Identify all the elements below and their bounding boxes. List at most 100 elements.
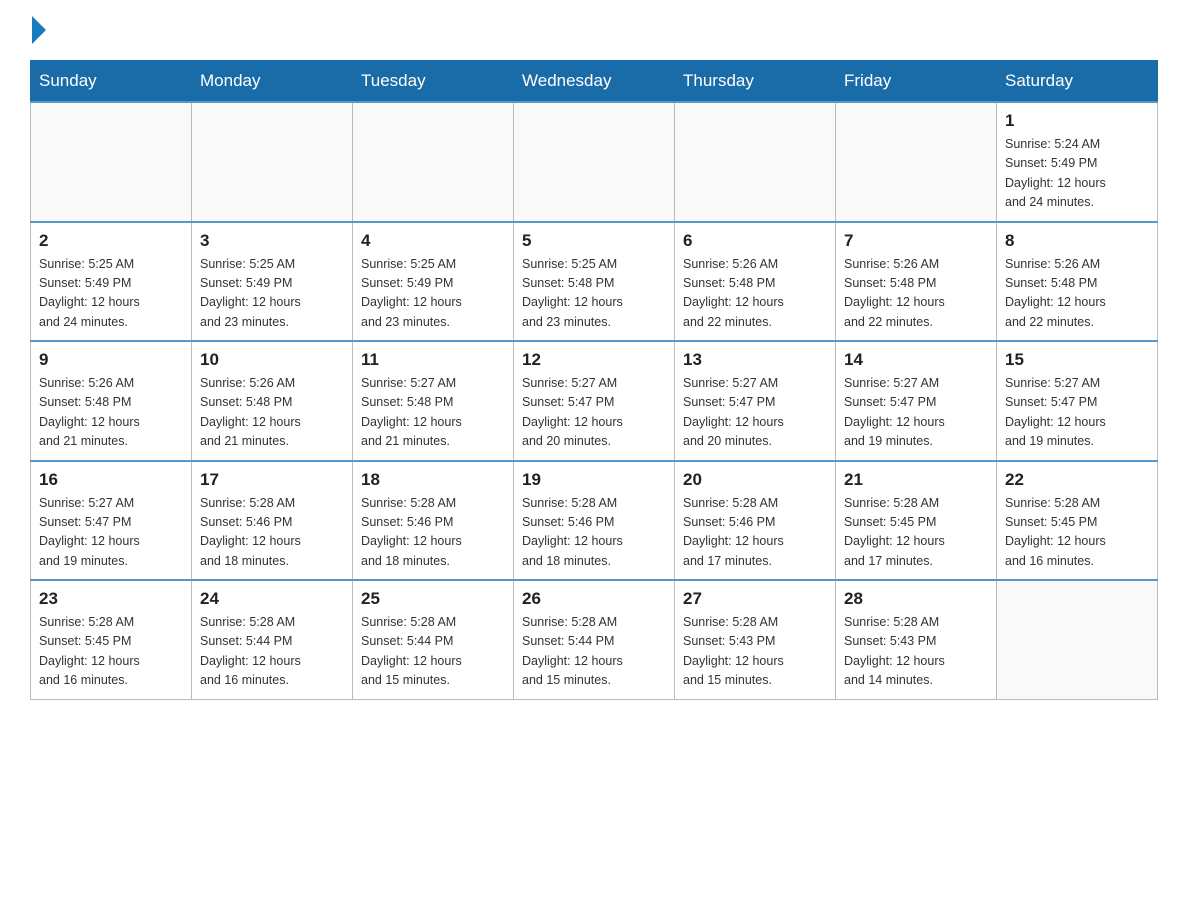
day-info: Sunrise: 5:28 AM Sunset: 5:46 PM Dayligh… [522, 494, 666, 572]
calendar-cell: 6 Sunrise: 5:26 AM Sunset: 5:48 PM Daylig… [675, 222, 836, 342]
day-info: Sunrise: 5:27 AM Sunset: 5:47 PM Dayligh… [844, 374, 988, 452]
day-number: 20 [683, 470, 827, 490]
day-info: Sunrise: 5:26 AM Sunset: 5:48 PM Dayligh… [844, 255, 988, 333]
day-info: Sunrise: 5:26 AM Sunset: 5:48 PM Dayligh… [39, 374, 183, 452]
day-number: 14 [844, 350, 988, 370]
calendar-cell [31, 102, 192, 222]
day-number: 25 [361, 589, 505, 609]
logo [30, 20, 46, 40]
day-info: Sunrise: 5:27 AM Sunset: 5:47 PM Dayligh… [39, 494, 183, 572]
day-number: 12 [522, 350, 666, 370]
day-info: Sunrise: 5:28 AM Sunset: 5:45 PM Dayligh… [844, 494, 988, 572]
calendar-header-row: SundayMondayTuesdayWednesdayThursdayFrid… [31, 61, 1158, 103]
day-info: Sunrise: 5:26 AM Sunset: 5:48 PM Dayligh… [683, 255, 827, 333]
day-info: Sunrise: 5:25 AM Sunset: 5:48 PM Dayligh… [522, 255, 666, 333]
calendar-cell: 24 Sunrise: 5:28 AM Sunset: 5:44 PM Dayli… [192, 580, 353, 699]
day-info: Sunrise: 5:28 AM Sunset: 5:46 PM Dayligh… [361, 494, 505, 572]
calendar-cell [353, 102, 514, 222]
calendar-week-row-2: 2 Sunrise: 5:25 AM Sunset: 5:49 PM Daylig… [31, 222, 1158, 342]
calendar-cell [836, 102, 997, 222]
day-number: 26 [522, 589, 666, 609]
calendar-cell: 26 Sunrise: 5:28 AM Sunset: 5:44 PM Dayli… [514, 580, 675, 699]
day-info: Sunrise: 5:27 AM Sunset: 5:48 PM Dayligh… [361, 374, 505, 452]
day-info: Sunrise: 5:27 AM Sunset: 5:47 PM Dayligh… [522, 374, 666, 452]
calendar-cell: 1 Sunrise: 5:24 AM Sunset: 5:49 PM Daylig… [997, 102, 1158, 222]
day-info: Sunrise: 5:25 AM Sunset: 5:49 PM Dayligh… [200, 255, 344, 333]
day-info: Sunrise: 5:25 AM Sunset: 5:49 PM Dayligh… [39, 255, 183, 333]
day-number: 11 [361, 350, 505, 370]
day-info: Sunrise: 5:27 AM Sunset: 5:47 PM Dayligh… [1005, 374, 1149, 452]
calendar-table: SundayMondayTuesdayWednesdayThursdayFrid… [30, 60, 1158, 700]
day-info: Sunrise: 5:28 AM Sunset: 5:44 PM Dayligh… [522, 613, 666, 691]
calendar-header-monday: Monday [192, 61, 353, 103]
calendar-cell: 4Sunrise: 5:25 AM Sunset: 5:49 PM Daylig… [353, 222, 514, 342]
day-number: 28 [844, 589, 988, 609]
calendar-cell: 9 Sunrise: 5:26 AM Sunset: 5:48 PM Daylig… [31, 341, 192, 461]
calendar-week-row-5: 23 Sunrise: 5:28 AM Sunset: 5:45 PM Dayli… [31, 580, 1158, 699]
calendar-week-row-4: 16 Sunrise: 5:27 AM Sunset: 5:47 PM Dayli… [31, 461, 1158, 581]
calendar-cell: 25 Sunrise: 5:28 AM Sunset: 5:44 PM Dayli… [353, 580, 514, 699]
day-info: Sunrise: 5:28 AM Sunset: 5:44 PM Dayligh… [361, 613, 505, 691]
day-info: Sunrise: 5:28 AM Sunset: 5:46 PM Dayligh… [683, 494, 827, 572]
day-number: 24 [200, 589, 344, 609]
calendar-cell: 2 Sunrise: 5:25 AM Sunset: 5:49 PM Daylig… [31, 222, 192, 342]
day-number: 7 [844, 231, 988, 251]
calendar-header-thursday: Thursday [675, 61, 836, 103]
day-number: 27 [683, 589, 827, 609]
day-info: Sunrise: 5:26 AM Sunset: 5:48 PM Dayligh… [200, 374, 344, 452]
day-number: 16 [39, 470, 183, 490]
calendar-cell: 13Sunrise: 5:27 AM Sunset: 5:47 PM Dayli… [675, 341, 836, 461]
day-number: 2 [39, 231, 183, 251]
day-number: 8 [1005, 231, 1149, 251]
calendar-header-saturday: Saturday [997, 61, 1158, 103]
day-number: 15 [1005, 350, 1149, 370]
calendar-cell: 27 Sunrise: 5:28 AM Sunset: 5:43 PM Dayli… [675, 580, 836, 699]
day-number: 3 [200, 231, 344, 251]
day-number: 13 [683, 350, 827, 370]
day-number: 9 [39, 350, 183, 370]
day-number: 4 [361, 231, 505, 251]
calendar-header-sunday: Sunday [31, 61, 192, 103]
calendar-cell: 12 Sunrise: 5:27 AM Sunset: 5:47 PM Dayli… [514, 341, 675, 461]
day-info: Sunrise: 5:28 AM Sunset: 5:46 PM Dayligh… [200, 494, 344, 572]
calendar-header-tuesday: Tuesday [353, 61, 514, 103]
calendar-cell: 18 Sunrise: 5:28 AM Sunset: 5:46 PM Dayli… [353, 461, 514, 581]
calendar-cell: 7 Sunrise: 5:26 AM Sunset: 5:48 PM Daylig… [836, 222, 997, 342]
day-number: 23 [39, 589, 183, 609]
page-header [30, 20, 1158, 40]
calendar-cell [514, 102, 675, 222]
day-number: 22 [1005, 470, 1149, 490]
day-number: 19 [522, 470, 666, 490]
day-info: Sunrise: 5:28 AM Sunset: 5:44 PM Dayligh… [200, 613, 344, 691]
calendar-cell: 14 Sunrise: 5:27 AM Sunset: 5:47 PM Dayli… [836, 341, 997, 461]
day-info: Sunrise: 5:28 AM Sunset: 5:43 PM Dayligh… [683, 613, 827, 691]
day-number: 10 [200, 350, 344, 370]
calendar-cell: 23 Sunrise: 5:28 AM Sunset: 5:45 PM Dayli… [31, 580, 192, 699]
day-number: 18 [361, 470, 505, 490]
day-info: Sunrise: 5:26 AM Sunset: 5:48 PM Dayligh… [1005, 255, 1149, 333]
day-info: Sunrise: 5:28 AM Sunset: 5:45 PM Dayligh… [1005, 494, 1149, 572]
calendar-cell: 20 Sunrise: 5:28 AM Sunset: 5:46 PM Dayli… [675, 461, 836, 581]
calendar-cell: 22 Sunrise: 5:28 AM Sunset: 5:45 PM Dayli… [997, 461, 1158, 581]
day-number: 21 [844, 470, 988, 490]
day-info: Sunrise: 5:24 AM Sunset: 5:49 PM Dayligh… [1005, 135, 1149, 213]
day-number: 5 [522, 231, 666, 251]
calendar-cell [192, 102, 353, 222]
calendar-week-row-3: 9 Sunrise: 5:26 AM Sunset: 5:48 PM Daylig… [31, 341, 1158, 461]
calendar-cell: 5 Sunrise: 5:25 AM Sunset: 5:48 PM Daylig… [514, 222, 675, 342]
calendar-cell [675, 102, 836, 222]
calendar-cell: 10 Sunrise: 5:26 AM Sunset: 5:48 PM Dayli… [192, 341, 353, 461]
calendar-header-friday: Friday [836, 61, 997, 103]
calendar-cell [997, 580, 1158, 699]
calendar-cell: 19 Sunrise: 5:28 AM Sunset: 5:46 PM Dayli… [514, 461, 675, 581]
calendar-cell: 3 Sunrise: 5:25 AM Sunset: 5:49 PM Daylig… [192, 222, 353, 342]
calendar-cell: 16 Sunrise: 5:27 AM Sunset: 5:47 PM Dayli… [31, 461, 192, 581]
day-number: 1 [1005, 111, 1149, 131]
day-number: 6 [683, 231, 827, 251]
day-number: 17 [200, 470, 344, 490]
calendar-week-row-1: 1 Sunrise: 5:24 AM Sunset: 5:49 PM Daylig… [31, 102, 1158, 222]
calendar-cell: 15 Sunrise: 5:27 AM Sunset: 5:47 PM Dayli… [997, 341, 1158, 461]
calendar-cell: 11 Sunrise: 5:27 AM Sunset: 5:48 PM Dayli… [353, 341, 514, 461]
day-info: Sunrise: 5:28 AM Sunset: 5:45 PM Dayligh… [39, 613, 183, 691]
logo-arrow-icon [32, 16, 46, 44]
